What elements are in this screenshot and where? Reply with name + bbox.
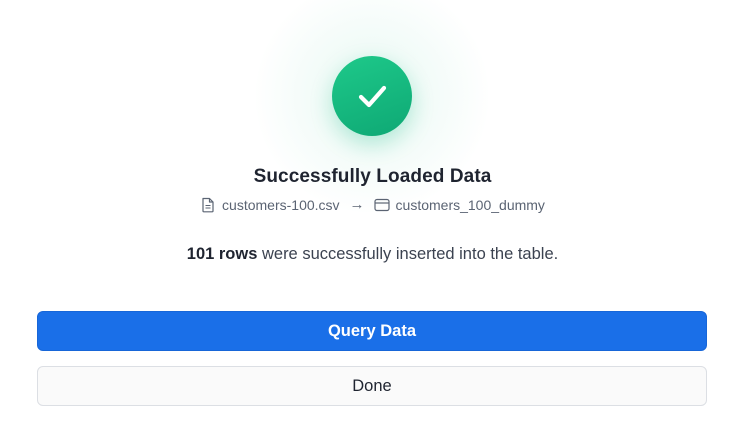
file-icon — [200, 197, 216, 213]
table-icon — [373, 197, 390, 213]
load-route: customers-100.csv → customers_100_dummy — [0, 196, 745, 213]
arrow-right-icon: → — [349, 196, 365, 213]
row-count: 101 rows — [186, 245, 258, 263]
insert-summary: 101 rows were successfully inserted into… — [0, 245, 745, 264]
source-file-name: customers-100.csv — [222, 196, 340, 213]
success-badge — [332, 56, 412, 136]
query-data-button[interactable]: Query Data — [37, 311, 707, 351]
check-icon — [358, 85, 387, 108]
dialog-title: Successfully Loaded Data — [253, 166, 492, 187]
summary-text: were successfully inserted into the tabl… — [257, 245, 559, 263]
done-button[interactable]: Done — [37, 366, 707, 406]
load-success-dialog: Successfully Loaded Data customers-100.c… — [0, 0, 745, 442]
target-table-name: customers_100_dummy — [395, 196, 545, 213]
